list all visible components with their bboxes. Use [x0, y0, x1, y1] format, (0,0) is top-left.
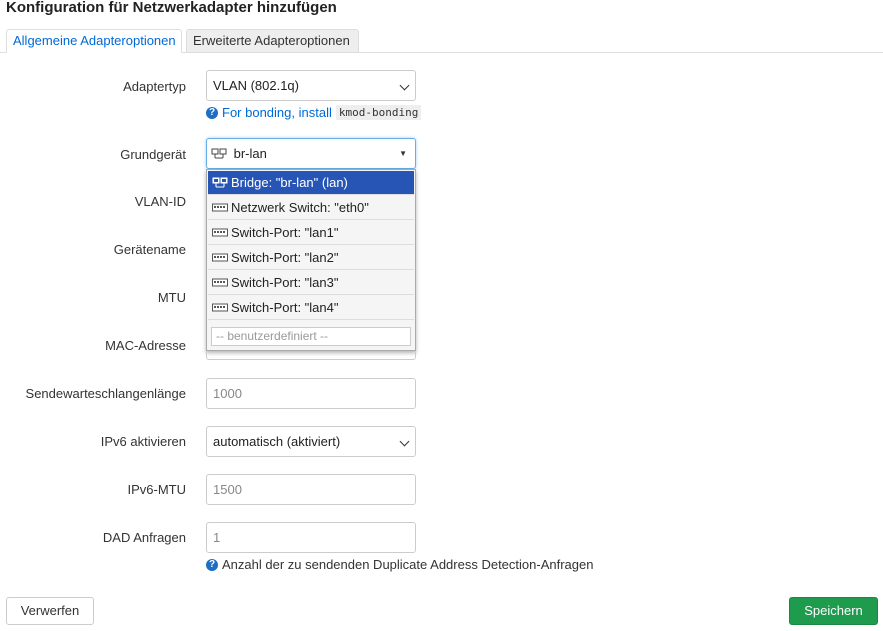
bonding-help: ? For bonding, install kmod-bonding	[206, 105, 422, 120]
ipv6-select[interactable]: automatisch (aktiviert)	[206, 426, 416, 457]
switch-icon	[212, 228, 228, 237]
mac-field-edge[interactable]	[206, 351, 416, 360]
grundgeraet-dropdown: Bridge: "br-lan" (lan) Netzwerk Switch: …	[206, 169, 416, 351]
help-icon: ?	[206, 106, 218, 119]
ipv6-value: automatisch (aktiviert)	[213, 434, 341, 449]
ipv6-mtu-label: IPv6-MTU	[127, 482, 187, 497]
option-label: Netzwerk Switch: "eth0"	[231, 200, 369, 215]
dropdown-option-switch-eth0[interactable]: Netzwerk Switch: "eth0"	[208, 196, 414, 220]
caret-down-icon: ▼	[399, 149, 407, 158]
dropdown-option-lan2[interactable]: Switch-Port: "lan2"	[208, 246, 414, 270]
discard-button[interactable]: Verwerfen	[6, 597, 94, 625]
save-button[interactable]: Speichern	[789, 597, 878, 625]
adaptertyp-value: VLAN (802.1q)	[213, 78, 299, 93]
grundgeraet-label: Grundgerät	[120, 147, 186, 162]
ipv6-label: IPv6 aktivieren	[100, 434, 186, 449]
dad-input[interactable]: 1	[206, 522, 416, 553]
option-label: Switch-Port: "lan4"	[231, 300, 339, 315]
mtu-label: MTU	[157, 290, 186, 305]
adaptertyp-label: Adaptertyp	[123, 79, 186, 94]
dropdown-option-lan4[interactable]: Switch-Port: "lan4"	[208, 296, 414, 320]
switch-icon	[212, 303, 228, 312]
dropdown-option-lan1[interactable]: Switch-Port: "lan1"	[208, 221, 414, 245]
chevron-down-icon	[399, 80, 410, 91]
txqueue-input[interactable]: 1000	[206, 378, 416, 409]
tab-general[interactable]: Allgemeine Adapteroptionen	[6, 29, 182, 53]
bridge-icon	[211, 148, 227, 159]
custom-device-input[interactable]: -- benutzerdefiniert --	[211, 327, 411, 346]
dad-help: ? Anzahl der zu sendenden Duplicate Addr…	[206, 557, 593, 572]
switch-icon	[212, 253, 228, 262]
geraetename-label: Gerätename	[113, 242, 186, 257]
option-label: Bridge: "br-lan" (lan)	[231, 175, 348, 190]
switch-icon	[212, 203, 228, 212]
tab-advanced[interactable]: Erweiterte Adapteroptionen	[186, 29, 359, 53]
grundgeraet-value: br-lan	[233, 146, 267, 161]
txqueue-label: Sendewarteschlangenlänge	[25, 386, 186, 401]
switch-icon	[212, 278, 228, 287]
option-label: Switch-Port: "lan3"	[231, 275, 339, 290]
dad-label: DAD Anfragen	[102, 530, 186, 545]
bonding-package-code: kmod-bonding	[335, 105, 422, 120]
dropdown-option-bridge[interactable]: Bridge: "br-lan" (lan)	[208, 171, 414, 195]
mac-label: MAC-Adresse	[105, 338, 186, 353]
grundgeraet-select[interactable]: br-lan ▼	[206, 138, 416, 169]
ipv6-mtu-input[interactable]: 1500	[206, 474, 416, 505]
page-title: Konfiguration für Netzwerkadapter hinzuf…	[6, 0, 337, 16]
help-icon: ?	[206, 558, 218, 571]
dropdown-option-lan3[interactable]: Switch-Port: "lan3"	[208, 271, 414, 295]
dad-help-text: Anzahl der zu sendenden Duplicate Addres…	[222, 557, 594, 572]
option-label: Switch-Port: "lan2"	[231, 250, 339, 265]
bonding-help-text[interactable]: For bonding, install	[222, 105, 332, 120]
chevron-down-icon	[399, 436, 410, 447]
adaptertyp-select[interactable]: VLAN (802.1q)	[206, 70, 416, 101]
vlan-id-label: VLAN-ID	[134, 194, 186, 209]
bridge-icon	[212, 177, 228, 188]
option-label: Switch-Port: "lan1"	[231, 225, 339, 240]
tab-bar: Allgemeine Adapteroptionen Erweiterte Ad…	[0, 29, 883, 53]
